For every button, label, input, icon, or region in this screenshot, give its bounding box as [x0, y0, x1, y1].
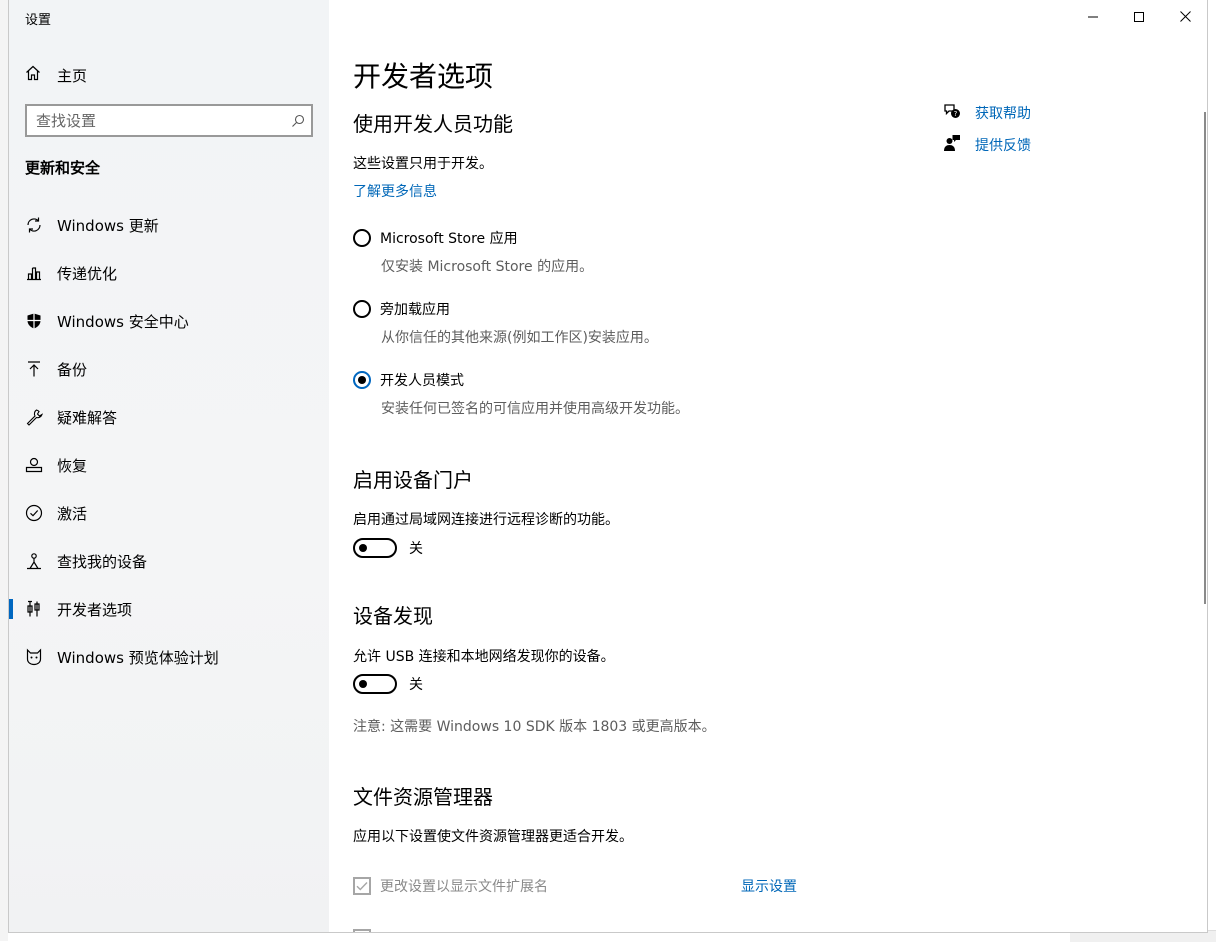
radio-button[interactable]	[353, 229, 371, 247]
sidebar-item-developer-options[interactable]: 开发者选项	[9, 585, 329, 633]
checkbox-label: 更改设置以显示文件扩展名	[380, 879, 548, 895]
feedback-person-icon	[943, 134, 961, 156]
sidebar-nav: Windows 更新 传递优化 Windows 安全中心 备份 疑难解答 恢复 …	[9, 201, 329, 681]
get-help-link[interactable]: ? 获取帮助	[943, 102, 1031, 124]
sidebar-section-title: 更新和安全	[25, 159, 101, 177]
radio-description: 安装任何已签名的可信应用并使用高级开发功能。	[381, 401, 689, 417]
sidebar-item-label: Windows 预览体验计划	[57, 648, 219, 667]
file-explorer-description: 应用以下设置使文件资源管理器更适合开发。	[353, 829, 633, 845]
home-icon	[25, 65, 41, 85]
show-extensions-row: 更改设置以显示文件扩展名	[353, 876, 548, 896]
sidebar-item-label: Windows 安全中心	[57, 312, 189, 331]
feedback-label: 提供反馈	[975, 138, 1031, 154]
sidebar-item-label: 开发者选项	[57, 600, 133, 619]
radio-label: 旁加载应用	[380, 302, 450, 318]
sidebar-item-windows-update[interactable]: Windows 更新	[9, 201, 329, 249]
radio-button[interactable]	[353, 300, 371, 318]
get-help-label: 获取帮助	[975, 106, 1031, 122]
device-discovery-toggle-row: 关	[353, 674, 423, 694]
sync-icon	[25, 216, 43, 234]
sidebar-item-find-my-device[interactable]: 查找我的设备	[9, 537, 329, 585]
toggle-state-label: 关	[409, 677, 423, 693]
sidebar-item-label: 传递优化	[57, 264, 118, 283]
file-explorer-heading: 文件资源管理器	[353, 785, 493, 809]
next-checkbox-partial[interactable]	[353, 929, 371, 932]
sidebar-item-delivery-optimization[interactable]: 传递优化	[9, 249, 329, 297]
device-discovery-heading: 设备发现	[353, 604, 433, 628]
device-discovery-description: 允许 USB 连接和本地网络发现你的设备。	[353, 649, 615, 665]
insider-cat-icon	[25, 648, 43, 666]
radio-description: 仅安装 Microsoft Store 的应用。	[381, 259, 594, 275]
help-chat-icon: ?	[943, 102, 961, 124]
checkmark-icon	[356, 882, 368, 891]
find-device-icon	[25, 552, 43, 570]
page-title: 开发者选项	[353, 60, 494, 93]
dev-features-description: 这些设置只用于开发。	[353, 156, 493, 172]
main-content: 开发者选项 使用开发人员功能 这些设置只用于开发。 了解更多信息 Microso…	[329, 0, 1207, 932]
radio-label: 开发人员模式	[380, 373, 464, 389]
sidebar-item-label: 激活	[57, 504, 88, 523]
wrench-icon	[25, 408, 43, 426]
radio-sideload-apps[interactable]: 旁加载应用	[353, 299, 450, 319]
svg-text:?: ?	[954, 110, 958, 118]
device-portal-heading: 启用设备门户	[353, 468, 473, 492]
sdk-note: 注意: 这需要 Windows 10 SDK 版本 1803 或更高版本。	[353, 719, 716, 735]
radio-button-selected[interactable]	[353, 371, 371, 389]
check-circle-icon	[25, 504, 43, 522]
radio-label: Microsoft Store 应用	[380, 231, 518, 247]
sidebar-item-windows-security[interactable]: Windows 安全中心	[9, 297, 329, 345]
developer-tools-icon	[25, 600, 43, 618]
dev-features-heading: 使用开发人员功能	[353, 112, 513, 136]
vertical-scrollbar[interactable]	[1204, 112, 1206, 604]
settings-window: 设置 主页 更新和安全 Windows 更新	[8, 0, 1208, 933]
show-extensions-checkbox[interactable]	[353, 877, 371, 895]
sidebar-item-label: 查找我的设备	[57, 552, 148, 571]
home-label: 主页	[57, 66, 88, 85]
sidebar-item-label: 恢复	[57, 456, 88, 475]
sidebar-item-label: 疑难解答	[57, 408, 118, 427]
toggle-state-label: 关	[409, 541, 423, 557]
search-input[interactable]	[27, 106, 285, 135]
feedback-link[interactable]: 提供反馈	[943, 134, 1031, 156]
sidebar-item-recovery[interactable]: 恢复	[9, 441, 329, 489]
sidebar-item-label: Windows 更新	[57, 216, 159, 235]
device-portal-toggle[interactable]	[353, 538, 397, 558]
home-nav-item[interactable]: 主页	[25, 64, 87, 86]
recovery-icon	[25, 456, 43, 474]
radio-description: 从你信任的其他来源(例如工作区)安装应用。	[381, 330, 658, 346]
search-box	[25, 104, 313, 137]
search-icon[interactable]	[285, 108, 311, 134]
sidebar: 设置 主页 更新和安全 Windows 更新	[9, 0, 329, 932]
radio-store-apps[interactable]: Microsoft Store 应用	[353, 228, 518, 248]
delivery-optimization-icon	[25, 264, 43, 282]
shield-icon	[25, 312, 43, 330]
radio-developer-mode[interactable]: 开发人员模式	[353, 370, 464, 390]
sidebar-item-troubleshoot[interactable]: 疑难解答	[9, 393, 329, 441]
sidebar-item-activation[interactable]: 激活	[9, 489, 329, 537]
device-portal-description: 启用通过局域网连接进行远程诊断的功能。	[353, 512, 619, 528]
sidebar-item-label: 备份	[57, 360, 88, 379]
learn-more-link[interactable]: 了解更多信息	[353, 181, 437, 201]
device-discovery-toggle[interactable]	[353, 674, 397, 694]
show-settings-link[interactable]: 显示设置	[741, 876, 797, 896]
device-portal-toggle-row: 关	[353, 538, 423, 558]
app-title: 设置	[25, 13, 52, 28]
backup-arrow-icon	[25, 360, 43, 378]
sidebar-item-backup[interactable]: 备份	[9, 345, 329, 393]
sidebar-item-windows-insider[interactable]: Windows 预览体验计划	[9, 633, 329, 681]
background-app-edge	[0, 0, 8, 941]
